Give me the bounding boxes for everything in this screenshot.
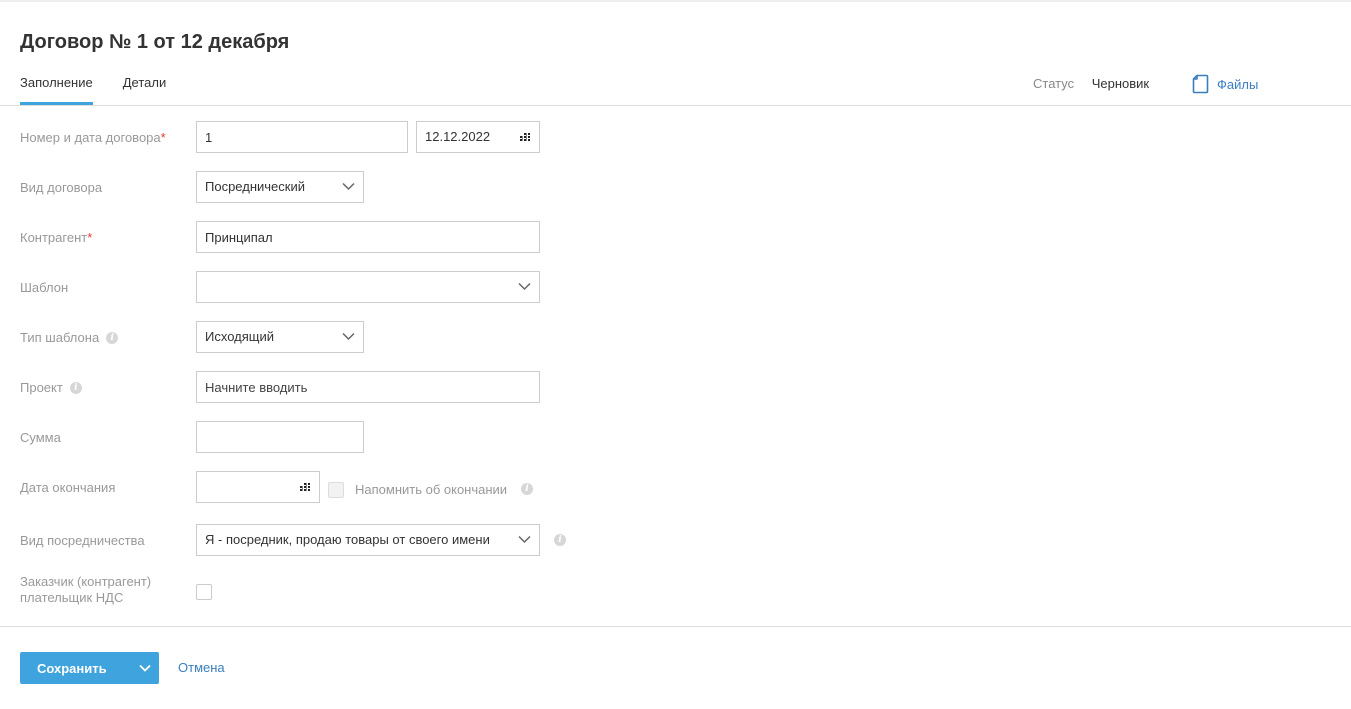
footer-divider: [0, 626, 1351, 627]
required-mark: *: [160, 130, 166, 145]
save-options-toggle[interactable]: [130, 652, 159, 684]
tab-bar: Заполнение Детали: [20, 74, 196, 105]
cancel-link[interactable]: Отмена: [178, 660, 225, 675]
info-icon[interactable]: i: [69, 382, 82, 394]
tab-details[interactable]: Детали: [123, 74, 167, 105]
end-date-input[interactable]: [196, 471, 320, 503]
status: Статус Черновик: [1033, 76, 1149, 91]
end-date-label: Дата окончания: [20, 480, 116, 495]
file-icon: [1192, 74, 1209, 94]
number-date-label: Номер и дата договора *: [20, 130, 166, 145]
required-mark: *: [87, 230, 93, 245]
chevron-down-icon: [138, 664, 151, 672]
calendar-icon[interactable]: [520, 133, 530, 141]
template-type-label: Тип шаблона i: [20, 330, 119, 346]
contract-type-select[interactable]: Посреднический: [196, 171, 364, 203]
files-label: Файлы: [1217, 76, 1259, 92]
status-label: Статус: [1033, 76, 1075, 91]
top-strip: [0, 0, 1351, 2]
save-button-label: Сохранить: [37, 660, 107, 676]
header-divider: [0, 105, 1351, 106]
save-button[interactable]: Сохранить: [20, 652, 159, 684]
template-select[interactable]: [196, 271, 540, 303]
remind-checkbox[interactable]: [328, 482, 344, 498]
calendar-icon[interactable]: [300, 483, 310, 491]
chevron-down-icon: [342, 332, 355, 341]
mediation-type-select[interactable]: Я - посредник, продаю товары от своего и…: [196, 524, 540, 556]
vat-payer-checkbox[interactable]: [196, 584, 212, 600]
counterparty-input[interactable]: [196, 221, 540, 253]
project-input[interactable]: [196, 371, 540, 403]
amount-label: Сумма: [20, 430, 61, 445]
info-icon[interactable]: i: [106, 332, 119, 344]
contract-type-label: Вид договора: [20, 180, 103, 195]
remind-label: Напомнить об окончании: [355, 482, 508, 497]
template-label: Шаблон: [20, 280, 69, 295]
page-title: Договор № 1 от 12 декабря: [20, 31, 290, 53]
info-icon[interactable]: i: [521, 483, 533, 495]
files-link[interactable]: Файлы: [1192, 74, 1258, 94]
status-value: Черновик: [1091, 76, 1150, 91]
info-icon[interactable]: i: [554, 534, 566, 546]
amount-input[interactable]: [196, 421, 364, 453]
chevron-down-icon: [518, 282, 531, 291]
chevron-down-icon: [342, 182, 355, 191]
contract-number-input[interactable]: [196, 121, 408, 153]
template-type-select[interactable]: Исходящий: [196, 321, 364, 353]
project-label: Проект i: [20, 380, 82, 396]
mediation-type-label: Вид посредничества: [20, 533, 145, 548]
chevron-down-icon: [518, 535, 531, 544]
counterparty-label: Контрагент *: [20, 230, 93, 245]
contract-date-input[interactable]: 12.12.2022: [416, 121, 540, 153]
vat-payer-label: Заказчик (контрагент) плательщик НДС: [20, 574, 152, 605]
tab-filling[interactable]: Заполнение: [20, 74, 93, 105]
